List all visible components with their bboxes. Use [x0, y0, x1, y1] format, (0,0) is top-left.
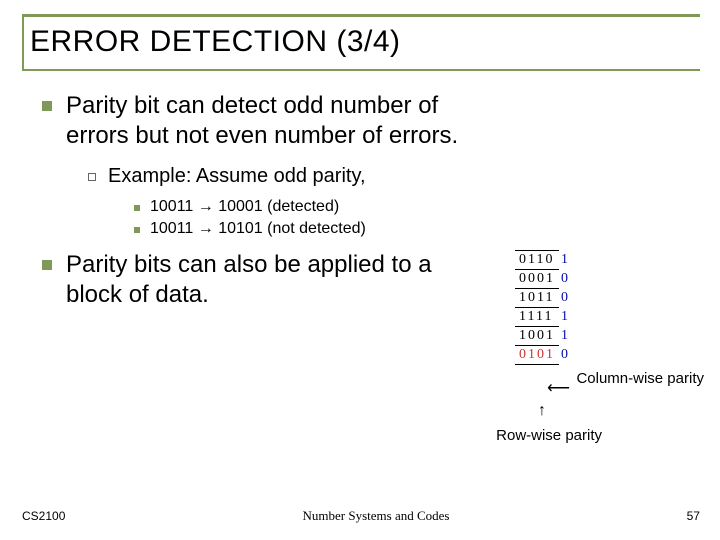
table-row: 00010	[515, 270, 572, 289]
footer-mid: Number Systems and Codes	[303, 508, 450, 524]
parity-bit: 1	[559, 327, 572, 346]
table-row: 11111	[515, 308, 572, 327]
parity-table-figure: 01101 00010 10110 11111 10011 01010	[515, 250, 572, 365]
data-bits: 1011	[515, 289, 559, 308]
parity-bit: 0	[559, 270, 572, 289]
data-bits: 0001	[515, 270, 559, 289]
table-row: 01101	[515, 251, 572, 270]
data-bits: 1111	[515, 308, 559, 327]
bullet-level3: 10011 → 10001 (detected)	[134, 198, 700, 216]
column-parity-label: Column-wise parity	[576, 370, 704, 387]
bullet-square-icon	[42, 260, 52, 270]
bullet-text: Parity bits can also be applied to a blo…	[66, 250, 486, 310]
title-block: ERROR DETECTION (3/4)	[22, 14, 700, 71]
table-row: 01010	[515, 346, 572, 365]
arrow-up-icon: ↑	[538, 402, 546, 420]
arrow-left-icon: ⟵	[547, 378, 570, 398]
bullet-level1: Parity bits can also be applied to a blo…	[42, 250, 700, 310]
parity-bit: 1	[559, 308, 572, 327]
bullet-square-icon	[42, 101, 52, 111]
row-parity-label: Row-wise parity	[496, 427, 602, 444]
bullet-level3: 10011 → 10101 (not detected)	[134, 220, 700, 238]
parity-bit: 0	[559, 346, 572, 365]
parity-bit: 1	[559, 251, 572, 270]
parity-table: 01101 00010 10110 11111 10011 01010	[515, 250, 572, 365]
bullet-small-square-icon	[134, 205, 140, 211]
parity-bit: 0	[559, 289, 572, 308]
footer-page-number: 57	[687, 509, 700, 523]
data-bits: 0101	[515, 346, 559, 365]
slide: ERROR DETECTION (3/4) Parity bit can det…	[0, 0, 720, 540]
data-bits: 1001	[515, 327, 559, 346]
bullet-text: 10011 → 10101 (not detected)	[150, 220, 366, 238]
bullet-text: 10011 → 10001 (detected)	[150, 198, 339, 216]
bullet-text: Example: Assume odd parity,	[108, 165, 366, 188]
data-bits: 0110	[515, 251, 559, 270]
page-title: ERROR DETECTION (3/4)	[30, 25, 690, 59]
bullet-text: Parity bit can detect odd number of erro…	[66, 91, 486, 151]
bullet-level1: Parity bit can detect odd number of erro…	[42, 91, 700, 151]
footer: CS2100 Number Systems and Codes 57	[22, 508, 700, 524]
table-row: 10011	[515, 327, 572, 346]
bullet-small-square-icon	[134, 227, 140, 233]
table-row: 10110	[515, 289, 572, 308]
bullet-level2: Example: Assume odd parity,	[88, 165, 700, 188]
content-area: Parity bit can detect odd number of erro…	[22, 91, 700, 310]
footer-left: CS2100	[22, 509, 65, 523]
bullet-hollow-square-icon	[88, 173, 96, 181]
